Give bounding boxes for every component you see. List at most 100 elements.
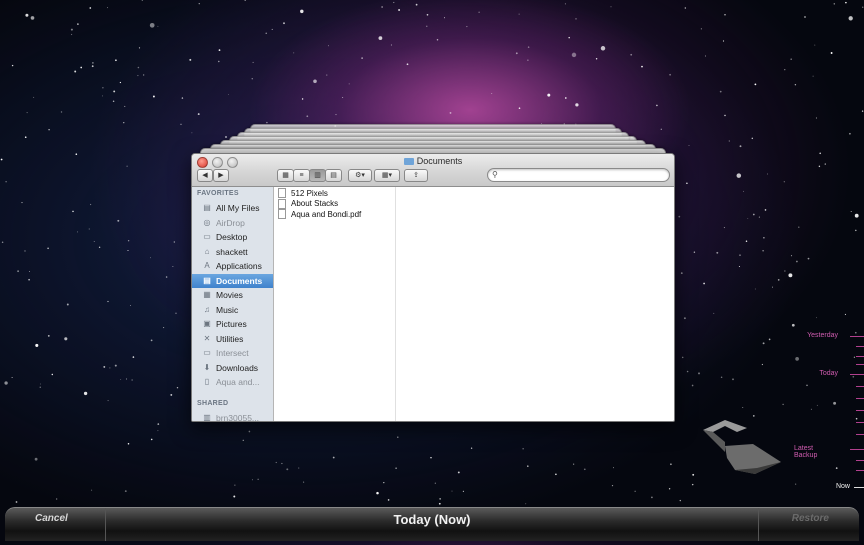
- sidebar-item-label: Documents: [216, 275, 263, 286]
- document-icon: [278, 209, 286, 220]
- column-view-icon: ▥: [314, 172, 321, 179]
- share-icon: ⇪: [413, 172, 419, 179]
- sidebar-item-label: brn30055...: [216, 412, 260, 422]
- window-title: Documents: [192, 156, 674, 166]
- sidebar-item-shackett[interactable]: ⌂ shackett: [192, 245, 273, 260]
- sidebar-item-intersect[interactable]: ▭ Intersect: [192, 346, 273, 361]
- documents-icon: ▤: [203, 275, 211, 285]
- sidebar-item-label: All My Files: [216, 203, 260, 214]
- sidebar-item-label: Pictures: [216, 319, 247, 330]
- forward-arrow-icon: ▶: [218, 172, 224, 179]
- sidebar-item-label: Intersect: [216, 348, 249, 359]
- pictures-icon: ▣: [203, 319, 211, 329]
- sidebar-item-utilities[interactable]: ✕ Utilities: [192, 332, 273, 347]
- timeline-tick: [856, 364, 864, 365]
- favorites-header: FAVORITES: [197, 190, 239, 197]
- timeline[interactable]: Yesterday Today Latest Backup Now: [794, 300, 864, 500]
- timeline-tick: [856, 410, 864, 411]
- list-view-button[interactable]: ≡: [293, 169, 310, 182]
- timeline-tick: [856, 434, 864, 435]
- share-button[interactable]: ⇪: [404, 169, 428, 182]
- timeline-now[interactable]: Now: [836, 483, 850, 490]
- sidebar-item-label: Downloads: [216, 362, 259, 373]
- timeline-tick: [850, 374, 864, 375]
- file-list-item[interactable]: About Stacks: [274, 198, 395, 210]
- column-view-button[interactable]: ▥: [309, 169, 326, 182]
- sidebar-item-label: Aqua and...: [216, 377, 260, 388]
- document-icon: ▯: [204, 377, 210, 387]
- document-icon: [278, 188, 286, 199]
- sidebar-item-applications[interactable]: A Applications: [192, 259, 273, 274]
- airdrop-icon: ◎: [203, 217, 211, 227]
- arrange-button[interactable]: ▦▾: [374, 169, 400, 182]
- timeline-today[interactable]: Today: [819, 370, 838, 377]
- arrange-icon: ▦▾: [381, 172, 393, 179]
- coverflow-view-icon: ▤: [330, 172, 337, 179]
- finder-window: Documents ◀ ▶ ▦ ≡ ▥ ▤ ⚙▾ ▦▾ ⇪ ⚲ FAVORITE…: [191, 153, 675, 422]
- desktop-icon: ▭: [203, 232, 211, 242]
- back-in-time-arrow-shade: [703, 430, 725, 452]
- sidebar-item-label: Movies: [216, 290, 243, 301]
- file-list-item[interactable]: 512 Pixels: [274, 188, 395, 199]
- timeline-yesterday[interactable]: Yesterday: [807, 332, 838, 339]
- utilities-icon: ✕: [203, 333, 211, 343]
- sidebar-item-pictures[interactable]: ▣ Pictures: [192, 317, 273, 332]
- sidebar-item-downloads[interactable]: ⬇ Downloads: [192, 361, 273, 376]
- sidebar-item-label: Music: [216, 304, 239, 315]
- timeline-tick: [856, 460, 864, 461]
- timeline-tick: [856, 386, 864, 387]
- time-machine-bottom-bar: Cancel Today (Now) Restore: [5, 507, 859, 541]
- all-files-icon: ▤: [203, 203, 211, 213]
- document-icon: [278, 198, 286, 209]
- sidebar-item-all-my-files[interactable]: ▤ All My Files: [192, 201, 273, 216]
- timeline-tick: [856, 422, 864, 423]
- sidebar-item-documents[interactable]: ▤ Documents: [192, 273, 273, 288]
- sidebar-item-desktop[interactable]: ▭ Desktop: [192, 230, 273, 245]
- sidebar-item-brn30055[interactable]: ▥ brn30055...: [192, 411, 273, 422]
- applications-icon: A: [204, 261, 210, 271]
- forward-button[interactable]: ▶: [213, 169, 229, 182]
- timeline-tick: [856, 356, 864, 357]
- current-date-title: Today (Now): [393, 512, 471, 527]
- list-view-icon: ≡: [299, 172, 304, 179]
- movies-icon: ▦: [203, 290, 211, 300]
- sidebar-item-label: Utilities: [216, 333, 244, 344]
- timeline-tick: [856, 470, 864, 471]
- back-arrow-icon: ◀: [202, 172, 208, 179]
- file-name: Aqua and Bondi.pdf: [291, 209, 362, 219]
- gear-icon: ⚙▾: [355, 172, 365, 179]
- back-in-time-arrow-icon[interactable]: [703, 420, 747, 432]
- icon-view-icon: ▦: [282, 172, 289, 179]
- sidebar-item-aqua-and[interactable]: ▯ Aqua and...: [192, 375, 273, 390]
- timeline-nav-arrows-icon[interactable]: [695, 418, 785, 478]
- sidebar-item-label: Applications: [216, 261, 262, 272]
- search-icon: ⚲: [492, 170, 498, 179]
- icon-view-button[interactable]: ▦: [277, 169, 294, 182]
- window-title-text: Documents: [416, 156, 463, 166]
- sidebar-item-label: shackett: [216, 246, 248, 257]
- sidebar: FAVORITES ▤ All My Files ◎ AirDrop ▭ Desktop ⌂…: [192, 187, 274, 421]
- folder-icon: [403, 158, 414, 165]
- restore-button[interactable]: Restore: [792, 513, 829, 524]
- sidebar-item-label: Desktop: [216, 232, 248, 243]
- timeline-tick: [856, 346, 864, 347]
- file-list-item[interactable]: Aqua and Bondi.pdf: [274, 209, 395, 220]
- shared-header: SHARED: [197, 399, 229, 407]
- sidebar-item-music[interactable]: ♫ Music: [192, 303, 273, 318]
- timeline-tick: [850, 336, 864, 337]
- window-titlebar[interactable]: Documents ◀ ▶ ▦ ≡ ▥ ▤ ⚙▾ ▦▾ ⇪ ⚲: [192, 154, 674, 187]
- folder-icon: ▭: [203, 348, 211, 358]
- printer-icon: ▥: [203, 412, 211, 422]
- timeline-tick: [854, 487, 864, 488]
- downloads-icon: ⬇: [203, 362, 211, 372]
- sidebar-item-airdrop[interactable]: ◎ AirDrop: [192, 216, 273, 231]
- back-button[interactable]: ◀: [197, 169, 213, 182]
- home-icon: ⌂: [204, 246, 210, 256]
- sidebar-item-movies[interactable]: ▦ Movies: [192, 288, 273, 303]
- timeline-tick: [856, 398, 864, 399]
- search-input[interactable]: ⚲: [487, 168, 670, 182]
- action-button[interactable]: ⚙▾: [348, 169, 372, 182]
- coverflow-view-button[interactable]: ▤: [325, 169, 342, 182]
- timeline-latest-backup[interactable]: Latest Backup: [794, 445, 838, 459]
- sidebar-item-label: AirDrop: [216, 217, 245, 228]
